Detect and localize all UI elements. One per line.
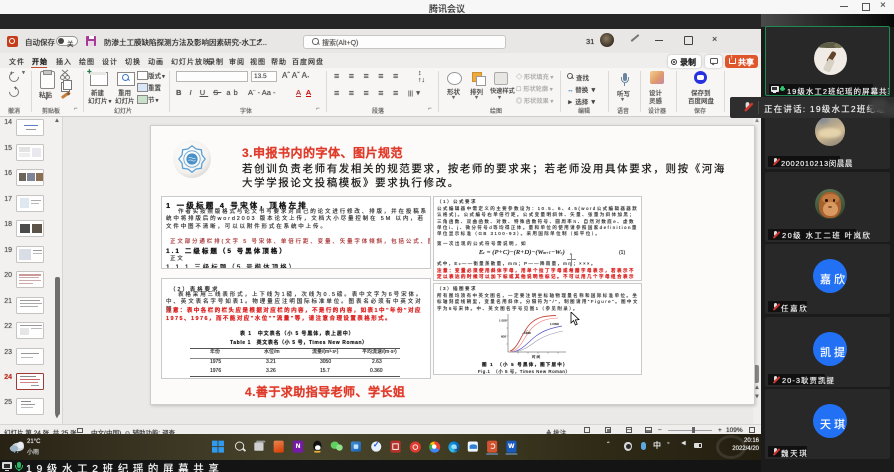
svg-text:1 000: 1 000 [499,319,507,323]
svg-text:时 间: 时 间 [532,354,540,359]
svg-text:600: 600 [501,335,506,339]
svg-text:1 DSR: 1 DSR [550,322,560,326]
svg-text:1998: 1998 [524,331,531,335]
